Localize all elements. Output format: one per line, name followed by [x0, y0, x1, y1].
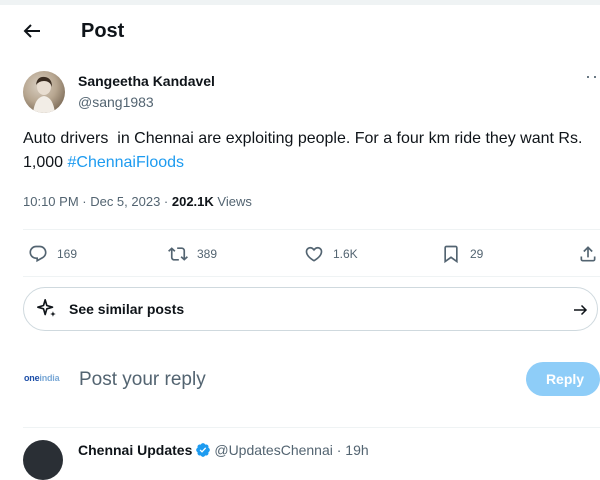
next-post-author[interactable]: Chennai Updates: [78, 442, 192, 458]
reply-action[interactable]: 169: [28, 243, 77, 265]
author-name[interactable]: Sangeetha Kandavel: [78, 72, 215, 90]
divider: [23, 276, 600, 277]
repost-count: 389: [197, 247, 218, 261]
top-divider: [0, 0, 600, 5]
avatar-photo: [33, 76, 55, 113]
post-text: Auto drivers in Chennai are exploiting p…: [23, 127, 588, 175]
share-icon: [580, 246, 596, 262]
bookmark-count: 29: [470, 247, 484, 261]
more-options-icon[interactable]: ···: [585, 66, 600, 87]
bookmark-action[interactable]: 29: [441, 243, 483, 265]
logo-text-india: india: [39, 373, 60, 383]
reply-button[interactable]: Reply: [526, 362, 600, 396]
page-title: Post: [81, 20, 125, 42]
repost-action[interactable]: 389: [168, 243, 217, 265]
next-post-avatar[interactable]: [23, 440, 63, 480]
post-timestamp[interactable]: 10:10 PM · Dec 5, 2023 ·: [23, 194, 172, 209]
verified-badge-icon: [196, 443, 211, 457]
divider: [23, 427, 600, 428]
author-handle[interactable]: @sang1983: [78, 93, 154, 111]
next-post-header: Chennai Updates @UpdatesChennai · 19h: [78, 441, 369, 459]
heart-icon: [305, 246, 323, 262]
divider: [23, 229, 600, 230]
header: Post: [0, 8, 600, 54]
repost-icon: [168, 247, 188, 261]
bookmark-icon: [444, 245, 458, 264]
views-count: 202.1K: [171, 194, 214, 209]
post-meta: 10:10 PM · Dec 5, 2023 · 202.1K Views: [23, 193, 252, 211]
see-similar-posts-button[interactable]: See similar posts: [23, 287, 598, 331]
back-arrow-icon[interactable]: [20, 19, 44, 43]
oneindia-logo: oneindia: [24, 373, 60, 383]
see-similar-label: See similar posts: [69, 301, 185, 317]
next-post-handle-time[interactable]: @UpdatesChennai · 19h: [214, 442, 368, 458]
views-label: Views: [213, 194, 252, 209]
like-action[interactable]: 1.6K: [304, 243, 358, 265]
reply-icon: [29, 245, 47, 263]
reply-count: 169: [57, 247, 78, 261]
hashtag-link[interactable]: #ChennaiFloods: [67, 154, 184, 171]
logo-text-one: one: [24, 373, 40, 383]
reply-input[interactable]: [79, 367, 379, 393]
like-count: 1.6K: [333, 247, 358, 261]
arrow-right-icon: [574, 304, 588, 316]
sparkle-icon: [37, 299, 56, 317]
avatar[interactable]: [23, 71, 65, 113]
share-action[interactable]: [578, 243, 600, 265]
